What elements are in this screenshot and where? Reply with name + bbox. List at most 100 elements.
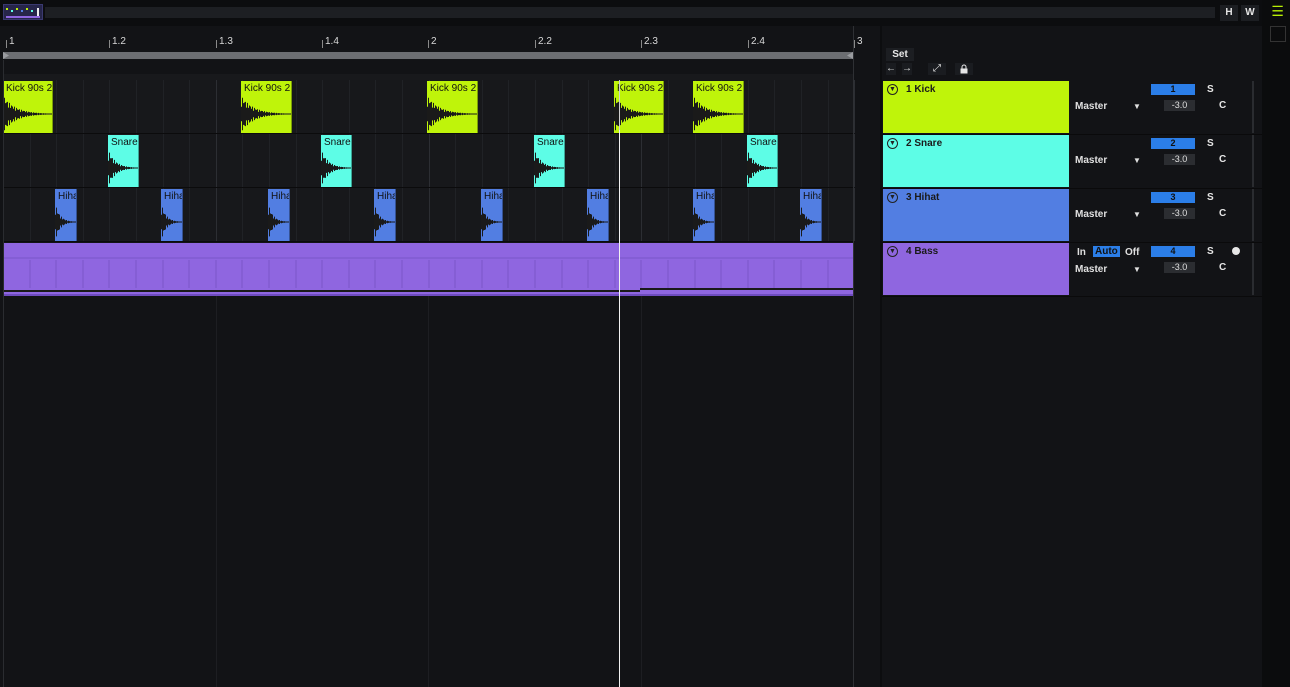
track-activator-button[interactable]: 2 (1151, 138, 1195, 149)
hihat-lane[interactable]: Hihat Hihat Hihat Hihat Hihat Hihat Hihat Hihat (3, 188, 855, 242)
track-header-hihat[interactable]: ▼ 3 Hihat (883, 189, 1069, 241)
solo-button[interactable]: S (1207, 246, 1214, 257)
grid-line (242, 134, 243, 187)
grid-line (429, 134, 430, 187)
row-separator (882, 242, 1262, 243)
expand-icon[interactable]: ⤢ (928, 63, 946, 75)
beat-ruler[interactable]: 1 1.2 1.3 1.4 2 2.2 2.3 2.4 3 (0, 26, 863, 54)
bass-clip[interactable] (3, 243, 853, 296)
mixer-edge (1252, 243, 1254, 295)
pan-field[interactable]: C (1219, 100, 1226, 111)
track-name: 3 Hihat (906, 192, 940, 203)
chevron-down-icon[interactable]: ▼ (1133, 210, 1141, 219)
hamburger-icon[interactable]: ☰ (1270, 4, 1285, 19)
pan-field[interactable]: C (1219, 208, 1226, 219)
audio-clip[interactable]: Hihat (693, 189, 715, 241)
clip-name: Snare (537, 137, 564, 148)
grid-line (615, 134, 616, 187)
pan-field[interactable]: C (1219, 262, 1226, 273)
grid-line (748, 80, 749, 133)
output-select[interactable]: Master (1075, 101, 1107, 112)
kick-lane[interactable]: Kick 90s 2 Kick 90s 2 Kick 90s 2 Kick 90s 2… (3, 80, 855, 134)
clip-name: Hihat (696, 191, 714, 202)
track-header-bass[interactable]: ▼ 4 Bass (883, 243, 1069, 295)
volume-field[interactable]: -3.0 (1164, 262, 1195, 273)
h-zoom-button[interactable]: H (1220, 5, 1238, 21)
track-activator-button[interactable]: 1 (1151, 84, 1195, 95)
audio-clip[interactable]: Snare (321, 135, 352, 187)
overview-thumbnail[interactable] (3, 4, 43, 20)
grid-line (774, 80, 775, 133)
volume-field[interactable]: -3.0 (1164, 100, 1195, 111)
grid-line (242, 188, 243, 241)
audio-clip[interactable]: Hihat (481, 189, 503, 241)
audio-clip[interactable]: Snare (108, 135, 139, 187)
grid-line (535, 80, 536, 133)
output-select[interactable]: Master (1075, 264, 1107, 275)
audio-clip[interactable]: Kick 90s 2 (614, 81, 664, 133)
audio-clip[interactable]: Kick 90s 2 (241, 81, 292, 133)
audio-clip[interactable]: Kick 90s 2 (3, 81, 53, 133)
playhead-top (619, 80, 620, 132)
clip-name: Kick 90s 2 (617, 83, 664, 94)
audio-clip[interactable]: Snare (747, 135, 778, 187)
audio-clip[interactable]: Hihat (268, 189, 290, 241)
chevron-down-icon[interactable]: ▼ (1133, 102, 1141, 111)
w-zoom-button[interactable]: W (1241, 5, 1259, 21)
track-header-kick[interactable]: ▼ 1 Kick (883, 81, 1069, 133)
row-separator (882, 134, 1262, 135)
grid-line (641, 188, 642, 241)
fold-toggle-icon[interactable]: ▼ (887, 192, 898, 203)
grid-line (375, 80, 376, 133)
audio-clip[interactable]: Kick 90s 2 (427, 81, 478, 133)
output-select[interactable]: Master (1075, 209, 1107, 220)
grid-line (695, 134, 696, 187)
chevron-down-icon[interactable]: ▼ (1133, 156, 1141, 165)
monitor-in-button[interactable]: In (1077, 247, 1086, 258)
audio-clip[interactable]: Hihat (55, 189, 77, 241)
arrow-right-icon[interactable]: → (902, 63, 912, 75)
record-arm-icon[interactable] (1232, 247, 1240, 255)
fold-toggle-icon[interactable]: ▼ (887, 84, 898, 95)
playhead[interactable] (619, 130, 620, 687)
solo-button[interactable]: S (1207, 192, 1214, 203)
arrow-left-icon[interactable]: ← (886, 63, 896, 75)
loop-brace[interactable] (3, 52, 853, 59)
track-header-snare[interactable]: ▼ 2 Snare (883, 135, 1069, 187)
grid-line (854, 134, 855, 187)
audio-clip[interactable]: Hihat (374, 189, 396, 241)
panel-toggle-icon[interactable] (1270, 26, 1286, 42)
waveform (55, 207, 76, 237)
waveform (693, 97, 743, 131)
audio-clip[interactable]: Kick 90s 2 (693, 81, 744, 133)
snare-lane[interactable]: Snare Snare Snare Snare (3, 134, 855, 188)
audio-clip[interactable]: Hihat (800, 189, 822, 241)
grid-line (189, 188, 190, 241)
waveform (3, 97, 52, 131)
grid-line (163, 80, 164, 133)
track-activator-button[interactable]: 3 (1151, 192, 1195, 203)
grid-line (109, 188, 110, 241)
solo-button[interactable]: S (1207, 84, 1214, 95)
audio-clip[interactable]: Hihat (161, 189, 183, 241)
output-select[interactable]: Master (1075, 155, 1107, 166)
volume-field[interactable]: -3.0 (1164, 208, 1195, 219)
pan-field[interactable]: C (1219, 154, 1226, 165)
audio-clip[interactable]: Snare (534, 135, 565, 187)
solo-button[interactable]: S (1207, 138, 1214, 149)
monitor-auto-button[interactable]: Auto (1093, 246, 1120, 257)
fold-toggle-icon[interactable]: ▼ (887, 246, 898, 257)
grid-line (56, 80, 57, 133)
fold-toggle-icon[interactable]: ▼ (887, 138, 898, 149)
ruler-marker: 2.3 (641, 36, 658, 48)
chevron-down-icon[interactable]: ▼ (1133, 265, 1141, 274)
grid-line (216, 80, 217, 133)
lock-icon[interactable] (955, 63, 973, 75)
volume-field[interactable]: -3.0 (1164, 154, 1195, 165)
right-side-strip (1262, 0, 1290, 687)
audio-clip[interactable]: Hihat (587, 189, 609, 241)
overview-scroll-track[interactable] (45, 7, 1215, 18)
track-activator-button[interactable]: 4 (1151, 246, 1195, 257)
grid-line (402, 80, 403, 133)
monitor-off-button[interactable]: Off (1125, 247, 1139, 258)
